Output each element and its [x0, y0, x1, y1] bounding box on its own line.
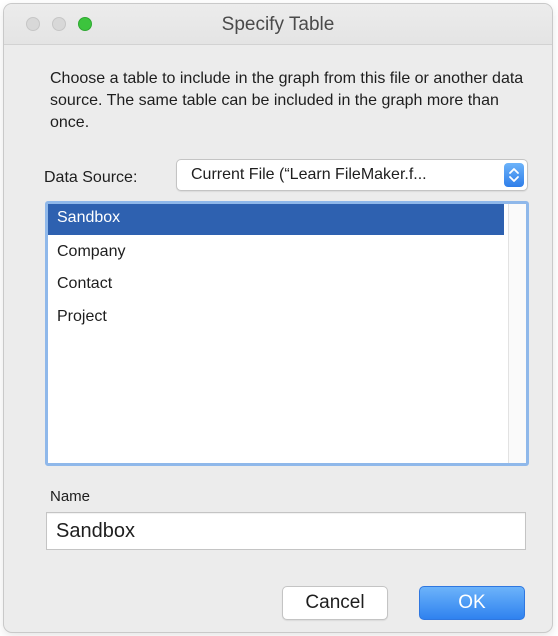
list-scrollbar[interactable] — [508, 204, 526, 463]
name-label: Name — [50, 488, 91, 505]
window-title: Specify Table — [221, 14, 335, 35]
list-item-contact[interactable]: Contact — [48, 270, 504, 301]
list-item-company[interactable]: Company — [48, 238, 504, 269]
name-field[interactable] — [46, 512, 526, 550]
list-item-sandbox[interactable]: Sandbox — [48, 204, 504, 235]
up-down-chevron-icon — [504, 163, 524, 187]
data-source-value: Current File (“Learn FileMaker.f... — [191, 166, 427, 183]
data-source-label: Data Source: — [44, 169, 138, 186]
ok-button[interactable]: OK — [419, 586, 525, 620]
cancel-button[interactable]: Cancel — [282, 586, 388, 620]
list-item-project[interactable]: Project — [48, 303, 504, 334]
table-list[interactable]: Sandbox Company Contact Project — [45, 201, 529, 466]
specify-table-dialog: Specify Table Choose a table to include … — [4, 4, 552, 632]
instructions-text: Choose a table to include in the graph f… — [50, 70, 524, 131]
data-source-select[interactable]: Current File (“Learn FileMaker.f... — [176, 159, 528, 191]
title-bar: Specify Table — [4, 4, 552, 45]
